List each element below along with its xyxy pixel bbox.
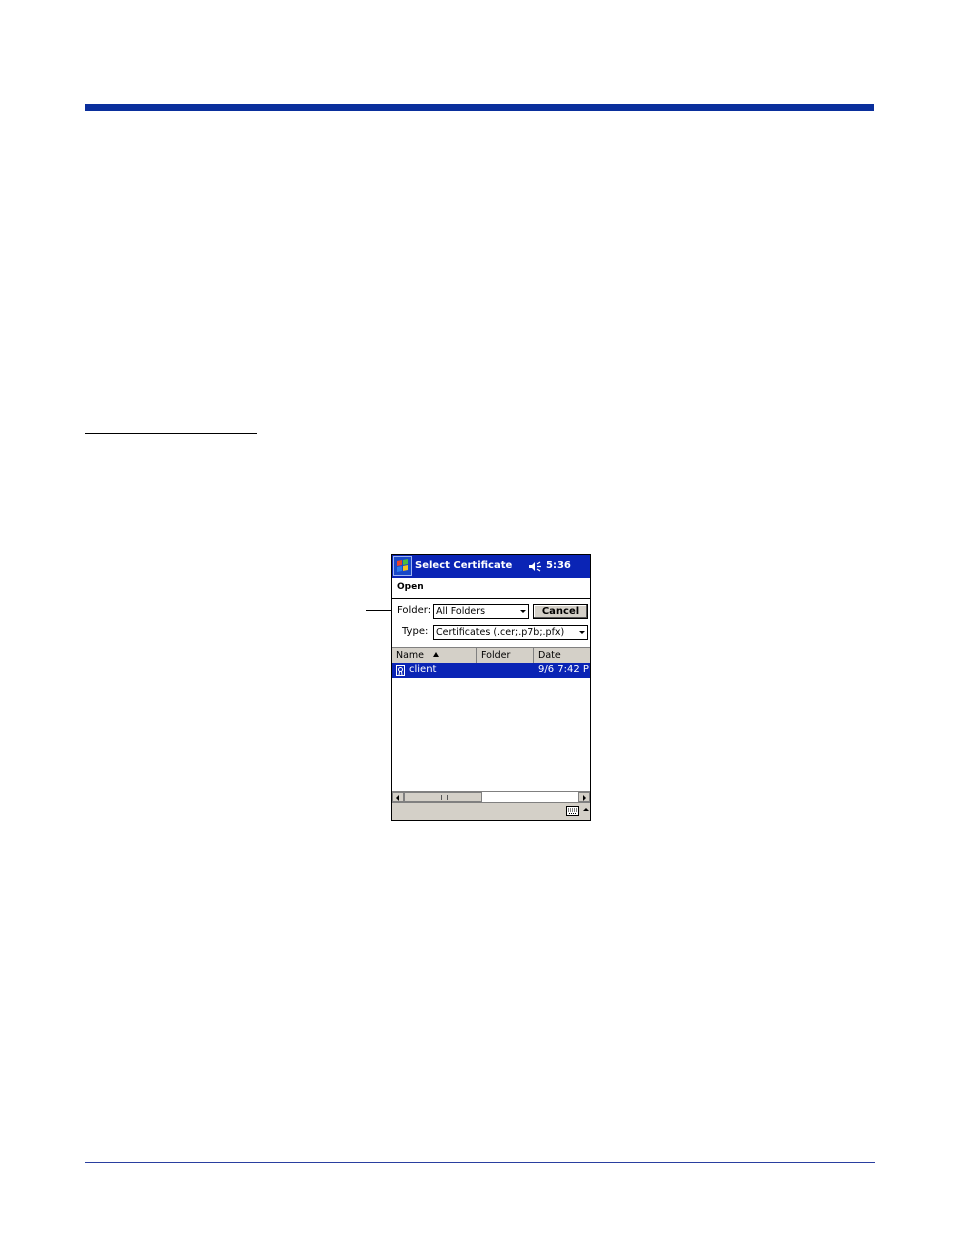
grip-icon (441, 795, 448, 800)
file-date: 9/6 7:42 PM (538, 664, 590, 675)
select-certificate-screenshot: Select Certificate 5:36 Open Folder: All… (391, 554, 591, 821)
folder-value: All Folders (436, 606, 486, 617)
scroll-right-button[interactable] (578, 792, 590, 802)
cancel-button[interactable]: Cancel (533, 604, 588, 619)
title-bar: Select Certificate 5:36 (392, 555, 590, 578)
header-rule (85, 104, 874, 111)
chevron-down-icon (520, 610, 526, 613)
column-header-date[interactable]: Date (534, 648, 590, 663)
column-header-folder[interactable]: Folder (477, 648, 534, 663)
file-list-header: Name Folder Date (392, 647, 590, 663)
input-panel-arrow-icon[interactable] (583, 808, 589, 811)
speaker-icon[interactable] (528, 561, 542, 572)
window-title: Select Certificate (415, 560, 513, 571)
menu-bar (392, 802, 590, 820)
keyboard-icon[interactable] (566, 806, 579, 816)
type-label: Type: (402, 626, 429, 637)
list-item[interactable]: client 9/6 7:42 PM (392, 663, 590, 678)
folder-dropdown[interactable]: All Folders (433, 604, 529, 619)
folder-label: Folder: (397, 605, 432, 616)
arrow-left-icon (396, 795, 399, 801)
scroll-left-button[interactable] (392, 792, 404, 802)
scroll-thumb[interactable] (404, 792, 482, 802)
section-rule (85, 433, 257, 434)
divider (392, 598, 590, 599)
file-name: client (409, 664, 437, 675)
scroll-track[interactable] (482, 792, 578, 802)
footer-rule (85, 1162, 875, 1163)
dialog-heading: Open (397, 582, 424, 592)
sort-ascending-icon (433, 652, 439, 657)
horizontal-scrollbar[interactable] (392, 791, 590, 802)
arrow-right-icon (583, 795, 586, 801)
certificate-file-icon (396, 665, 405, 676)
chevron-down-icon (579, 631, 585, 634)
column-header-name[interactable]: Name (392, 648, 477, 663)
clock[interactable]: 5:36 (546, 560, 571, 571)
type-dropdown[interactable]: Certificates (.cer;.p7b;.pfx) (433, 625, 588, 640)
type-value: Certificates (.cer;.p7b;.pfx) (436, 627, 565, 638)
windows-start-icon[interactable] (393, 556, 412, 576)
